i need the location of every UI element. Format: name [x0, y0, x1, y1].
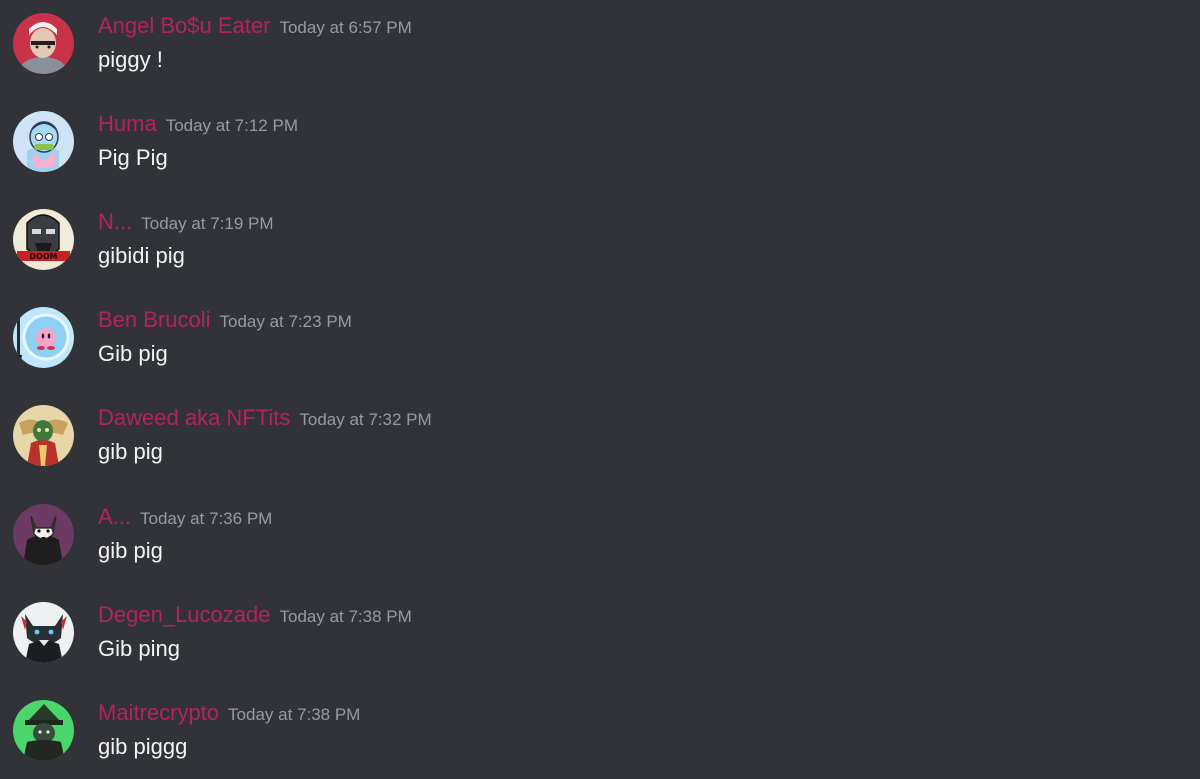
message-item[interactable]: Huma Today at 7:12 PM Pig Pig — [0, 111, 1200, 209]
username[interactable]: Ben Brucoli — [98, 307, 211, 332]
avatar-wolf-hood-icon[interactable] — [13, 504, 74, 565]
avatar-red-bg-man-icon[interactable] — [13, 13, 74, 74]
timestamp: Today at 7:38 PM — [279, 607, 412, 626]
username[interactable]: Maitrecrypto — [98, 700, 219, 725]
username[interactable]: A... — [98, 504, 131, 529]
message-item[interactable]: Maitrecrypto Today at 7:38 PM gib piggg — [0, 700, 1200, 779]
avatar-image — [13, 504, 74, 565]
timestamp: Today at 7:32 PM — [299, 410, 432, 429]
message-content: Gib pig — [98, 341, 168, 366]
message-content: Pig Pig — [98, 145, 168, 170]
message-header: Daweed aka NFTits Today at 7:32 PM — [98, 405, 432, 435]
message-item[interactable]: Ben Brucoli Today at 7:23 PM Gib pig — [0, 307, 1200, 405]
username[interactable]: Daweed aka NFTits — [98, 405, 290, 430]
message-header: A... Today at 7:36 PM — [98, 504, 272, 534]
avatar-image: DOOM — [13, 209, 74, 270]
username[interactable]: Angel Bo$u Eater — [98, 13, 270, 38]
avatar-image — [13, 700, 74, 761]
avatar-cartoon-ape-icon[interactable] — [13, 111, 74, 172]
message-item[interactable]: A... Today at 7:36 PM gib pig — [0, 504, 1200, 602]
message-header: Angel Bo$u Eater Today at 6:57 PM — [98, 13, 412, 43]
avatar-kirby-bubble-icon[interactable] — [13, 307, 74, 368]
avatar-image — [13, 111, 74, 172]
message-header: N... Today at 7:19 PM — [98, 209, 274, 239]
avatar-metal-mask-icon[interactable]: DOOM — [13, 209, 74, 270]
timestamp: Today at 7:19 PM — [141, 214, 274, 233]
message-list: Angel Bo$u Eater Today at 6:57 PM piggy !… — [0, 0, 1200, 779]
message-item[interactable]: Angel Bo$u Eater Today at 6:57 PM piggy ! — [0, 13, 1200, 111]
message-header: Degen_Lucozade Today at 7:38 PM — [98, 602, 412, 632]
avatar-image — [13, 13, 74, 74]
avatar-ornate-figure-icon[interactable] — [13, 405, 74, 466]
svg-text:DOOM: DOOM — [29, 252, 57, 261]
avatar-image — [13, 602, 74, 663]
username[interactable]: Degen_Lucozade — [98, 602, 270, 627]
timestamp: Today at 6:57 PM — [279, 18, 412, 37]
username[interactable]: Huma — [98, 111, 157, 136]
message-header: Huma Today at 7:12 PM — [98, 111, 298, 141]
message-content: gib pig — [98, 439, 163, 464]
message-item[interactable]: Daweed aka NFTits Today at 7:32 PM gib pi… — [0, 405, 1200, 503]
timestamp: Today at 7:23 PM — [219, 312, 352, 331]
message-content: Gib ping — [98, 636, 180, 661]
timestamp: Today at 7:36 PM — [140, 509, 273, 528]
avatar-image — [13, 405, 74, 466]
message-item[interactable]: Degen_Lucozade Today at 7:38 PM Gib ping — [0, 602, 1200, 700]
timestamp: Today at 7:12 PM — [165, 116, 298, 135]
message-content: gibidi pig — [98, 243, 185, 268]
message-item[interactable]: DOOM N... Today at 7:19 PM gibidi pig — [0, 209, 1200, 307]
avatar-dark-wolf-icon[interactable] — [13, 602, 74, 663]
message-header: Ben Brucoli Today at 7:23 PM — [98, 307, 352, 337]
message-content: piggy ! — [98, 47, 163, 72]
message-content: gib pig — [98, 538, 163, 563]
timestamp: Today at 7:38 PM — [228, 705, 361, 724]
message-content: gib piggg — [98, 734, 188, 759]
avatar-green-wizard-icon[interactable] — [13, 700, 74, 761]
message-header: Maitrecrypto Today at 7:38 PM — [98, 700, 360, 730]
avatar-image — [13, 307, 74, 368]
username[interactable]: N... — [98, 209, 132, 234]
